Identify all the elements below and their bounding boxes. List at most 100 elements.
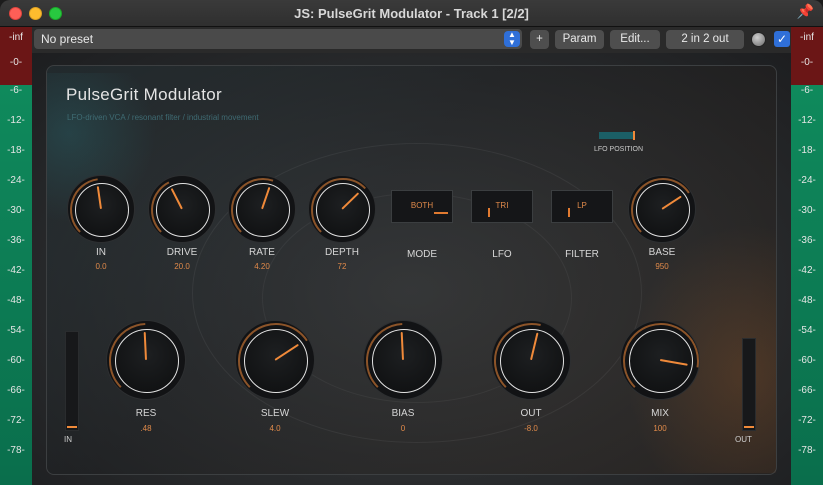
knob-label-bias: BIAS bbox=[391, 408, 415, 419]
output-vu-level bbox=[744, 426, 754, 428]
knob-label-in: IN bbox=[96, 247, 106, 258]
meter-tick-label: -6- bbox=[9, 85, 23, 96]
output-vu-label: OUT bbox=[735, 435, 752, 444]
selector-lfo[interactable]: TRI bbox=[471, 190, 533, 223]
knob-value-bias: 0 bbox=[400, 424, 406, 433]
meter-tick-label: -30- bbox=[798, 205, 816, 216]
knob-face bbox=[156, 183, 210, 237]
meter-tick-label: -42- bbox=[798, 265, 816, 276]
edit-button[interactable]: Edit... bbox=[610, 30, 660, 49]
add-preset-button[interactable]: + bbox=[530, 30, 549, 49]
preset-value: No preset bbox=[41, 32, 94, 46]
knob-face bbox=[372, 329, 436, 393]
meter-tick-label: -72- bbox=[7, 415, 25, 426]
lfo-position-indicator bbox=[599, 131, 635, 140]
meter-tick-label: -6- bbox=[800, 85, 814, 96]
meter-tick-label: -72- bbox=[798, 415, 816, 426]
knob-face bbox=[636, 183, 690, 237]
knob-label-res: RES bbox=[135, 408, 157, 419]
knob-value-depth: 72 bbox=[337, 262, 347, 271]
knob-value-rate: 4.20 bbox=[254, 262, 270, 271]
knob-face bbox=[244, 329, 308, 393]
meter-tick-label: -48- bbox=[798, 295, 816, 306]
knob-res[interactable] bbox=[106, 320, 186, 400]
input-vu-level bbox=[67, 426, 77, 428]
knob-face bbox=[75, 183, 129, 237]
meter-tick-label: -12- bbox=[798, 115, 816, 126]
meter-tick-label: -24- bbox=[798, 175, 816, 186]
knob-value-in: 0.0 bbox=[95, 262, 107, 271]
pin-icon[interactable]: 📌 bbox=[797, 3, 814, 20]
knob-slew[interactable] bbox=[235, 320, 315, 400]
plugin-panel: PulseGrit Modulator LFO-driven VCA / res… bbox=[32, 53, 791, 485]
meter-tick-label: -36- bbox=[798, 235, 816, 246]
input-vu-meter bbox=[65, 331, 79, 431]
knob-label-mix: MIX bbox=[651, 408, 669, 419]
knob-value-res: .48 bbox=[140, 424, 152, 433]
knob-face bbox=[316, 183, 370, 237]
meter-tick-label: -18- bbox=[798, 145, 816, 156]
meter-tick-label: -66- bbox=[7, 385, 25, 396]
knob-face bbox=[236, 183, 290, 237]
toolbar: No preset ▲ ▼ + Param Edit... 2 in 2 out … bbox=[0, 27, 823, 53]
selector-value-filter: LP bbox=[577, 201, 587, 210]
selector-label-filter: FILTER bbox=[565, 249, 599, 260]
input-vu-label: IN bbox=[64, 435, 72, 444]
knob-drive[interactable] bbox=[148, 175, 216, 243]
knob-value-out: -8.0 bbox=[524, 424, 538, 433]
meter-tick-label: -18- bbox=[7, 145, 25, 156]
param-button[interactable]: Param bbox=[555, 30, 604, 49]
knob-label-depth: DEPTH bbox=[325, 247, 359, 258]
selector-position-bar bbox=[434, 212, 448, 214]
knob-label-drive: DRIVE bbox=[166, 247, 198, 258]
selector-label-lfo: LFO bbox=[492, 249, 512, 260]
meter-tick-label: -78- bbox=[7, 445, 25, 456]
knob-label-slew: SLEW bbox=[260, 408, 290, 419]
knob-bias[interactable] bbox=[363, 320, 443, 400]
knob-value-base: 950 bbox=[655, 262, 669, 271]
selector-value-mode: BOTH bbox=[410, 201, 434, 210]
selector-mode[interactable]: BOTH bbox=[391, 190, 453, 223]
knob-base[interactable] bbox=[628, 175, 696, 243]
io-routing-button[interactable]: 2 in 2 out bbox=[666, 30, 744, 49]
meter-tick-label: -54- bbox=[7, 325, 25, 336]
preset-dropdown[interactable]: No preset ▲ ▼ bbox=[34, 29, 522, 49]
meter-tick-label: -24- bbox=[7, 175, 25, 186]
selector-label-mode: MODE bbox=[407, 249, 437, 260]
output-vu-meter bbox=[742, 338, 756, 431]
knob-label-base: BASE bbox=[648, 247, 676, 258]
meter-tick-label: -inf bbox=[9, 32, 23, 43]
knob-rate[interactable] bbox=[228, 175, 296, 243]
knob-depth[interactable] bbox=[308, 175, 376, 243]
knob-value-slew: 4.0 bbox=[269, 424, 281, 433]
plugin-title: PulseGrit Modulator bbox=[66, 85, 222, 104]
knob-mix[interactable] bbox=[620, 320, 700, 400]
lfo-position-marker bbox=[633, 131, 635, 140]
knob-in[interactable] bbox=[67, 175, 135, 243]
knob-out[interactable] bbox=[491, 320, 571, 400]
enable-checkbox[interactable]: ✓ bbox=[774, 31, 790, 47]
window-title: JS: PulseGrit Modulator - Track 1 [2/2] bbox=[294, 6, 529, 21]
selector-filter[interactable]: LP bbox=[551, 190, 613, 223]
meter-tick-label: -36- bbox=[7, 235, 25, 246]
meter-tick-label: -60- bbox=[7, 355, 25, 366]
meter-tick-label: -66- bbox=[798, 385, 816, 396]
meter-tick-label: -12- bbox=[7, 115, 25, 126]
wet-knob-icon[interactable] bbox=[751, 32, 766, 47]
plugin-subtitle: LFO-driven VCA / resonant filter / indus… bbox=[67, 113, 259, 122]
meter-tick-label: -60- bbox=[798, 355, 816, 366]
knob-face bbox=[500, 329, 564, 393]
selector-value-lfo: TRI bbox=[495, 201, 509, 210]
selector-position-bar bbox=[568, 208, 570, 217]
selector-position-bar bbox=[488, 208, 490, 217]
output-level-meter: -inf -0- -6- -12- -18- -24- -30- -36- -42- -48- -5… bbox=[791, 27, 823, 485]
meter-tick-label: -78- bbox=[798, 445, 816, 456]
knob-value-mix: 100 bbox=[653, 424, 667, 433]
title-bar: JS: PulseGrit Modulator - Track 1 [2/2] … bbox=[0, 0, 823, 27]
meter-tick-label: -0- bbox=[800, 57, 814, 68]
updown-chevron-icon[interactable]: ▲ ▼ bbox=[504, 31, 520, 47]
meter-tick-label: -54- bbox=[798, 325, 816, 336]
knob-label-rate: RATE bbox=[249, 247, 275, 258]
meter-tick-label: -0- bbox=[9, 57, 23, 68]
meter-tick-label: -42- bbox=[7, 265, 25, 276]
